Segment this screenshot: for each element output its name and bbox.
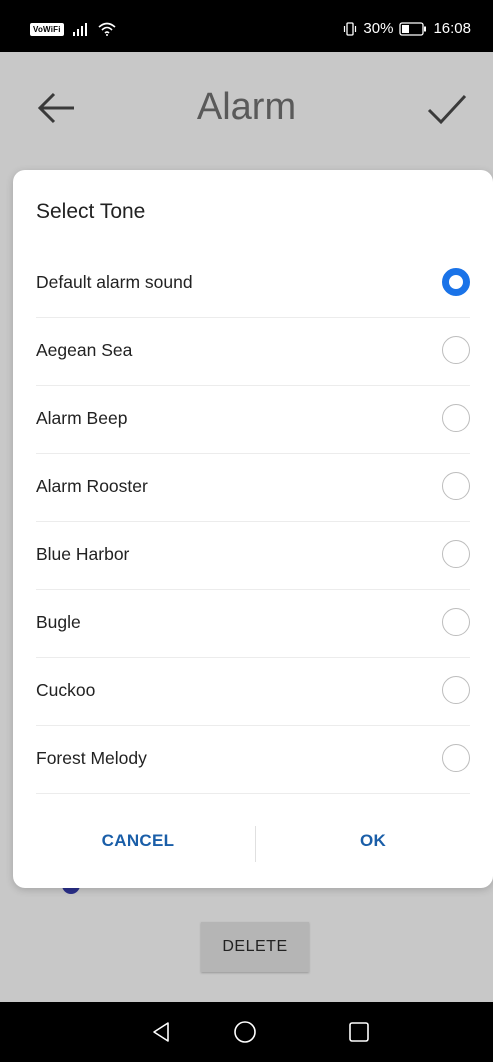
tone-item[interactable]: Aegean Sea: [36, 318, 470, 386]
vibrate-icon: [344, 21, 357, 36]
tone-item[interactable]: Default alarm sound: [36, 250, 470, 318]
status-left: VoWiFi: [30, 22, 116, 36]
radio-unselected[interactable]: [442, 540, 470, 568]
delete-button[interactable]: DELETE: [201, 922, 309, 972]
ok-button[interactable]: OK: [313, 818, 433, 864]
tone-item[interactable]: Cuckoo: [36, 658, 470, 726]
tone-label: Aegean Sea: [36, 340, 133, 360]
tone-label: Alarm Beep: [36, 408, 128, 428]
square-recent-icon[interactable]: [348, 1021, 370, 1043]
status-right: 30% 16:08: [343, 20, 471, 37]
tone-label: Default alarm sound: [36, 272, 193, 292]
radio-unselected[interactable]: [442, 404, 470, 432]
tone-list: Default alarm sound Aegean Sea Alarm Bee…: [13, 250, 493, 794]
app-bar: Alarm: [0, 52, 493, 164]
vowifi-badge: VoWiFi: [30, 22, 64, 36]
radio-unselected[interactable]: [442, 608, 470, 636]
radio-selected[interactable]: [442, 268, 470, 296]
tone-item[interactable]: Alarm Beep: [36, 386, 470, 454]
navigation-bar: [0, 1002, 493, 1062]
tone-item[interactable]: Blue Harbor: [36, 522, 470, 590]
tone-label: Forest Melody: [36, 748, 147, 768]
status-bar: VoWiFi 30% 16:08: [0, 0, 493, 52]
battery-percent: 30%: [363, 20, 394, 37]
tone-label: Alarm Rooster: [36, 476, 148, 496]
cancel-button[interactable]: CANCEL: [73, 818, 203, 864]
radio-unselected[interactable]: [442, 336, 470, 364]
radio-unselected[interactable]: [442, 744, 470, 772]
triangle-back-icon[interactable]: [149, 1020, 173, 1044]
tone-label: Blue Harbor: [36, 544, 130, 564]
circle-home-icon[interactable]: [233, 1020, 257, 1044]
action-divider: [255, 826, 256, 862]
tone-label: Cuckoo: [36, 680, 96, 700]
radio-unselected[interactable]: [442, 676, 470, 704]
tone-item[interactable]: Alarm Rooster: [36, 454, 470, 522]
check-icon[interactable]: [423, 84, 471, 132]
tone-item[interactable]: Forest Melody: [36, 726, 470, 794]
signal-icon: [72, 23, 87, 36]
page-title: Alarm: [196, 86, 297, 128]
battery-icon: [399, 21, 427, 36]
status-time: 16:08: [433, 20, 471, 37]
dialog-title: Select Tone: [36, 200, 146, 223]
tone-item[interactable]: Bugle: [36, 590, 470, 658]
tone-label: Bugle: [36, 612, 81, 632]
radio-unselected[interactable]: [442, 472, 470, 500]
wifi-icon: [98, 22, 116, 36]
dialog-actions: CANCEL OK: [13, 798, 493, 888]
select-tone-dialog: Select Tone Default alarm sound Aegean S…: [13, 170, 493, 888]
